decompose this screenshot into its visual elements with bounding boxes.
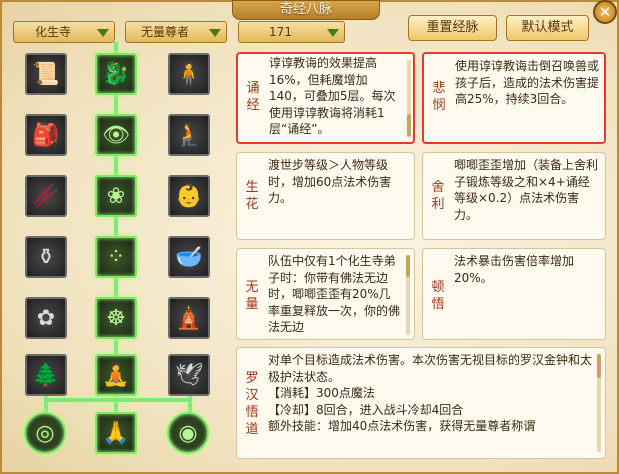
skill-cooldown-line: 【冷却】8回合，进入战斗冷却4回合 bbox=[268, 402, 464, 417]
scrollbar-thumb[interactable] bbox=[407, 114, 411, 136]
talent-description: 唧唧歪歪增加（装备上舍利子锻炼等级之和×4+诵经等级×0.2）点法术伤害力。 bbox=[454, 158, 599, 222]
skill-luohan-wudao[interactable]: 罗汉悟道 对单个目标造成法术伤害。本次伤害无视目标的罗汉金钟和太极护法状态。 【… bbox=[236, 347, 606, 459]
level-select[interactable]: 171 bbox=[238, 21, 345, 43]
talent-description: 渡世步等级＞人物等级时，增加60点法术伤害力。 bbox=[268, 158, 392, 205]
skill-cost-line: 【消耗】300点魔法 bbox=[268, 386, 375, 400]
monk-icon[interactable]: 🧍 bbox=[168, 53, 210, 95]
skill-extra-line: 额外技能：增加40点法术伤害，获得无量尊者称谓 bbox=[268, 419, 536, 433]
scrollbar-thumb[interactable] bbox=[406, 255, 410, 277]
spiral-icon[interactable]: ◎ bbox=[24, 412, 66, 454]
child-monk-icon[interactable]: 👶 bbox=[168, 175, 210, 217]
talent-title: 悲悯 bbox=[432, 81, 446, 113]
talent-description: 使用谆谆教诲击倒召唤兽或孩子后，造成的法术伤害提高25%，持续3回合。 bbox=[455, 59, 600, 106]
talent-description: 队伍中仅有1个化生寺弟子时：你带有佛法无边时，唧唧歪歪有20%几率重复释放一次，… bbox=[268, 254, 400, 334]
gourd-icon[interactable]: ⚱ bbox=[25, 236, 67, 278]
reset-meridians-button[interactable]: 重置经脉 bbox=[408, 15, 497, 41]
beads-icon[interactable]: ⁘ bbox=[95, 236, 137, 278]
staff-icon[interactable]: 🥢 bbox=[25, 175, 67, 217]
swirl-icon[interactable]: ◉ bbox=[167, 412, 209, 454]
tree-icon[interactable]: 🌲 bbox=[25, 354, 67, 396]
lotus-icon[interactable]: ✿ bbox=[25, 297, 67, 339]
seated-monk-icon[interactable]: 🙏 bbox=[95, 412, 137, 454]
talent-title: 舍利 bbox=[431, 180, 445, 212]
window-title: 奇经八脉 bbox=[232, 0, 380, 20]
meridian-path-bottom bbox=[44, 398, 192, 402]
skill-description: 对单个目标造成法术伤害。本次伤害无视目标的罗汉金钟和太极护法状态。 【消耗】30… bbox=[268, 352, 594, 456]
sect-select-value: 化生寺 bbox=[34, 25, 71, 39]
school-select-value: 无量尊者 bbox=[140, 25, 189, 39]
dragon-icon[interactable]: 🐉 bbox=[95, 53, 137, 95]
skill-desc-line: 对单个目标造成法术伤害。本次伤害无视目标的罗汉金钟和太极护法状态。 bbox=[268, 353, 593, 384]
skill-title: 罗汉悟道 bbox=[245, 371, 259, 437]
armor-icon[interactable]: 🎒 bbox=[25, 114, 67, 156]
talent-title: 顿悟 bbox=[431, 280, 445, 312]
scrollbar[interactable] bbox=[597, 354, 601, 452]
talent-shenghua[interactable]: 生花 渡世步等级＞人物等级时，增加60点法术伤害力。 bbox=[236, 152, 415, 240]
scrollbar-thumb[interactable] bbox=[597, 354, 601, 378]
talent-beimin[interactable]: 悲悯 使用谆谆教诲击倒召唤兽或孩子后，造成的法术伤害提高25%，持续3回合。 bbox=[422, 52, 606, 144]
talent-wuliang[interactable]: 无量 队伍中仅有1个化生寺弟子时：你带有佛法无边时，唧唧歪歪有20%几率重复释放… bbox=[236, 248, 415, 340]
flower-icon[interactable]: ❀ bbox=[95, 175, 137, 217]
talent-songjing[interactable]: 诵经 谆谆教诲的效果提高16%，但耗魔增加140，可叠加5层。每次使用谆谆教诲将… bbox=[236, 52, 415, 144]
talent-dunwu[interactable]: 顿悟 法术暴击伤害倍率增加20%。 bbox=[422, 248, 606, 340]
talent-sheli[interactable]: 舍利 唧唧歪歪增加（装备上舍利子锻炼等级之和×4+诵经等级×0.2）点法术伤害力… bbox=[422, 152, 606, 240]
chevron-down-icon bbox=[209, 29, 221, 37]
scrollbar[interactable] bbox=[407, 60, 411, 138]
crane-icon[interactable]: 🕊 bbox=[168, 354, 210, 396]
school-select[interactable]: 无量尊者 bbox=[125, 21, 227, 43]
buddha-aura-icon[interactable]: ☸ bbox=[95, 297, 137, 339]
meditating-monk-icon[interactable]: 🧘 bbox=[95, 354, 137, 396]
talent-title: 生花 bbox=[245, 180, 259, 212]
default-mode-button[interactable]: 默认模式 bbox=[506, 15, 589, 41]
bowl-icon[interactable]: 🥣 bbox=[168, 236, 210, 278]
eye-icon[interactable]: 👁 bbox=[95, 114, 137, 156]
chevron-down-icon bbox=[97, 29, 109, 37]
scroll-icon[interactable]: 📜 bbox=[25, 53, 67, 95]
talent-description: 法术暴击伤害倍率增加20%。 bbox=[454, 254, 575, 285]
sect-select[interactable]: 化生寺 bbox=[13, 21, 115, 43]
close-icon[interactable]: ✕ bbox=[593, 0, 617, 24]
scrollbar[interactable] bbox=[406, 255, 410, 335]
pagoda-icon[interactable]: 🛕 bbox=[168, 297, 210, 339]
chevron-down-icon bbox=[327, 29, 339, 37]
level-select-value: 171 bbox=[269, 25, 292, 39]
kneeling-monk-icon[interactable]: 🧎 bbox=[168, 114, 210, 156]
talent-title: 诵经 bbox=[246, 81, 260, 113]
talent-title: 无量 bbox=[245, 280, 259, 312]
talent-description: 谆谆教诲的效果提高16%，但耗魔增加140，可叠加5层。每次使用谆谆教诲将消耗1… bbox=[269, 56, 396, 136]
